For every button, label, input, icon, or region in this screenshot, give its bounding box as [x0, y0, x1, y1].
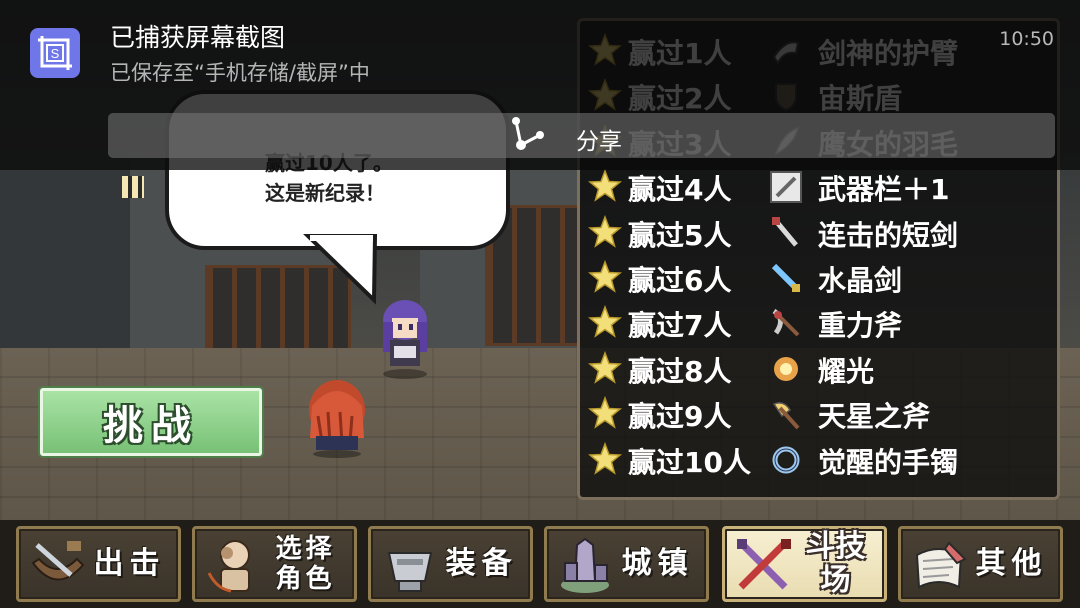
town-icon	[561, 537, 609, 593]
share-label: 分享	[576, 129, 622, 155]
menu-other-button[interactable]: 其他	[898, 526, 1063, 602]
reward-row: 赢过9人 天星之斧	[580, 392, 1060, 436]
arena-icon	[737, 539, 791, 590]
menu-character-select-label: 选择 角色	[263, 529, 348, 599]
reward-row: 赢过7人 重力斧	[580, 301, 1060, 345]
reward-win-count: 赢过10人	[628, 445, 751, 479]
reward-win-count: 赢过6人	[628, 264, 732, 297]
reward-win-count: 赢过5人	[628, 218, 732, 252]
reward-row: 赢过4人 武器栏＋1	[580, 165, 1060, 209]
reward-win-count: 赢过7人	[628, 309, 732, 343]
menu-other-label: 其他	[975, 546, 1048, 581]
share-icon	[512, 117, 544, 150]
svg-text:S: S	[51, 46, 60, 61]
menu-arena-label: 斗技场	[805, 529, 866, 598]
star-icon	[588, 441, 622, 476]
menu-sortie-button[interactable]: 出击	[16, 526, 181, 602]
other-icon	[915, 541, 967, 589]
notification-time: 10:50	[999, 28, 1054, 50]
challenge-button[interactable]: 挑战	[40, 388, 262, 456]
crystal-sword-icon	[768, 260, 804, 296]
star-icon	[588, 259, 622, 294]
weapon-slot-icon	[768, 169, 804, 205]
gravity-axe-icon	[768, 305, 804, 341]
screenshot-notification[interactable]: S 已捕获屏幕截图 已保存至“手机存储/截屏”中 10:50 分享	[0, 0, 1080, 170]
sortie-icon	[31, 541, 85, 581]
share-button[interactable]: 分享	[108, 113, 1055, 158]
reward-win-count: 赢过8人	[628, 354, 732, 388]
reward-row: 赢过5人 连击的短剑	[580, 211, 1060, 255]
reward-item-name: 武器栏＋1	[818, 173, 950, 207]
reward-win-count: 赢过4人	[628, 173, 732, 207]
reward-row: 赢过8人 耀光	[580, 347, 1060, 391]
star-icon	[588, 350, 622, 385]
red-haired-player	[309, 380, 365, 458]
menu-equipment-button[interactable]: 装备	[368, 526, 533, 602]
star-icon	[588, 305, 622, 339]
menu-town-button[interactable]: 城镇	[544, 526, 709, 602]
menu-character-select-line-1: 选择	[275, 534, 336, 564]
menu-sortie-label: 出击	[93, 546, 166, 581]
speech-line-2: 这是新纪录！	[265, 181, 385, 205]
purple-haired-character	[383, 300, 427, 379]
reward-row: 赢过6人 水晶剑	[580, 256, 1060, 300]
star-icon	[588, 396, 622, 430]
reward-row: 赢过10人 觉醒的手镯	[580, 438, 1060, 482]
reward-item-name: 重力斧	[818, 309, 903, 343]
reward-item-name: 天星之斧	[818, 400, 931, 434]
menu-arena-button[interactable]: 斗技场	[722, 526, 887, 602]
reward-item-name: 觉醒的手镯	[818, 445, 959, 479]
star-icon	[588, 169, 622, 203]
notification-title: 已捕获屏幕截图	[110, 23, 286, 52]
menu-equipment-label: 装备	[445, 546, 518, 581]
dagger-icon	[768, 215, 804, 251]
reward-win-count: 赢过9人	[628, 400, 732, 434]
notification-subtitle: 已保存至“手机存储/截屏”中	[110, 61, 370, 85]
lit-window	[122, 176, 144, 198]
menu-town-label: 城镇	[621, 546, 694, 581]
bottom-menu: 出击 选择 角色 装备 城镇 斗技场 其他	[0, 520, 1080, 608]
reward-item-name: 耀光	[818, 354, 875, 388]
bracelet-icon	[768, 442, 804, 478]
reward-item-name: 水晶剑	[818, 264, 903, 297]
star-axe-icon	[768, 396, 804, 432]
equipment-icon	[387, 552, 433, 592]
reward-item-name: 连击的短剑	[818, 218, 959, 252]
star-icon	[588, 214, 622, 249]
menu-character-select-button[interactable]: 选择 角色	[192, 526, 357, 602]
screenshot-icon: S	[30, 28, 80, 78]
radiance-icon	[768, 351, 804, 387]
menu-character-select-line-2: 角色	[275, 564, 336, 594]
character-select-icon	[207, 540, 250, 593]
